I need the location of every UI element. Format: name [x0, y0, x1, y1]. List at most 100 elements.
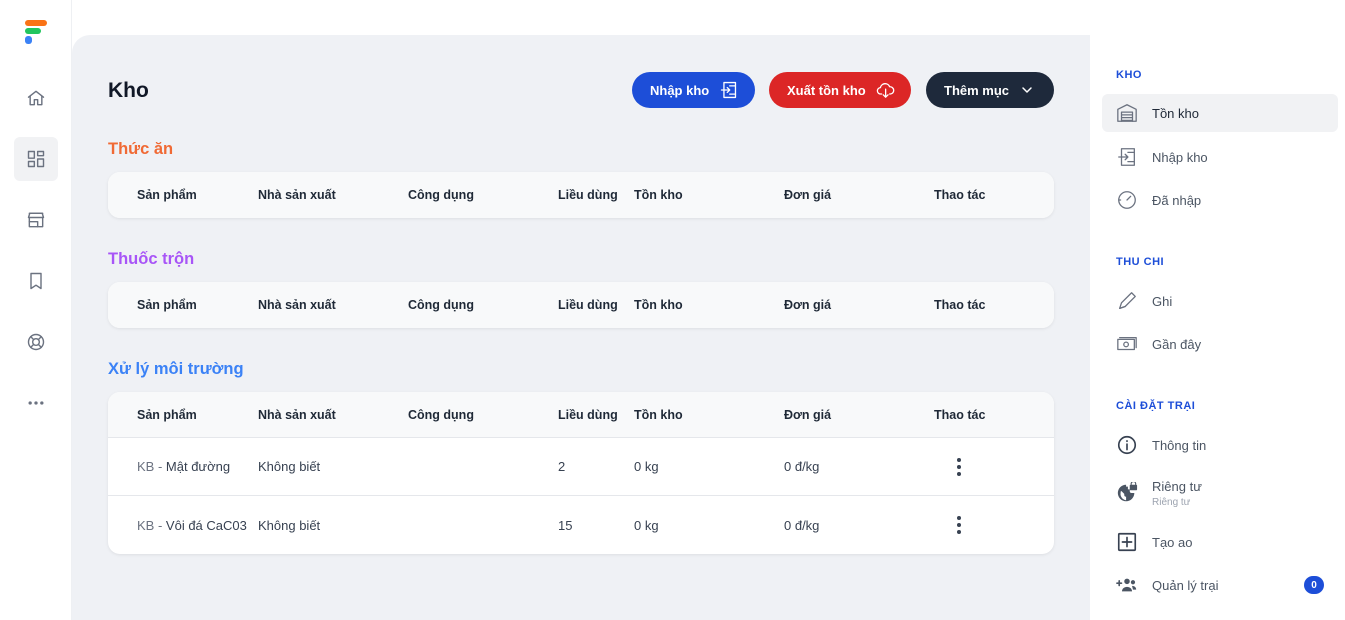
manufacturer-cell: Không biết [258, 459, 321, 474]
store-icon [27, 212, 45, 228]
actions-cell [934, 457, 1054, 477]
pencil-icon [1119, 292, 1136, 309]
table-header: Sản phẩm Nhà sản xuất Công dụng Liều dùn… [108, 282, 1054, 328]
manufacturer-cell: Không biết [258, 517, 321, 533]
product-prefix: KB - [137, 459, 163, 474]
col-manufacturer: Nhà sản xuất [258, 188, 336, 202]
app-logo[interactable] [25, 20, 49, 46]
rail-home[interactable] [14, 76, 58, 120]
sidebar-item-record[interactable]: Ghi [1102, 282, 1338, 320]
sidebar-heading-finance: THU CHI [1116, 256, 1165, 268]
sidebar-item-label: Ghi [1152, 293, 1173, 309]
col-product: Sản phẩm [137, 407, 197, 422]
info-icon [1117, 435, 1137, 455]
col-price: Đơn giá [784, 188, 832, 202]
globe-lock-icon [1117, 482, 1138, 502]
add-item-dropdown[interactable]: Thêm mục [926, 72, 1054, 108]
more-vertical-icon[interactable] [949, 457, 969, 477]
col-actions: Thao tác [934, 188, 986, 202]
right-sidebar: KHO Tồn kho Nhập kho Đã nhập THU CHI Ghi… [1090, 35, 1345, 620]
product-cell: KB - Vôi đá CaC03 [108, 518, 258, 533]
sidebar-item-stock[interactable]: Tồn kho [1102, 94, 1338, 132]
rail-dashboard[interactable] [14, 137, 58, 181]
sidebar-item-import[interactable]: Nhập kho [1102, 138, 1338, 176]
import-button-label: Nhập kho [650, 82, 710, 98]
sidebar-item-label: Gần đây [1152, 336, 1202, 352]
col-actions: Thao tác [934, 298, 986, 312]
import-icon [721, 81, 737, 99]
notification-badge: 0 [1304, 576, 1324, 594]
export-button-label: Xuất tồn kho [787, 82, 866, 98]
sidebar-item-label: Quản lý trại [1152, 577, 1219, 593]
more-vertical-icon[interactable] [949, 515, 969, 535]
sidebar-item-privacy[interactable]: Riêng tư Riêng tư [1102, 471, 1338, 515]
sidebar-item-label: Nhập kho [1152, 149, 1208, 165]
add-item-label: Thêm mục [944, 82, 1010, 98]
table-environment: Sản phẩm Nhà sản xuất Công dụng Liều dùn… [108, 392, 1054, 554]
sidebar-item-label: Thông tin [1152, 437, 1207, 453]
actions-cell [934, 515, 1054, 535]
export-stock-button[interactable]: Xuất tồn kho [769, 72, 911, 108]
chevron-down-icon [1022, 87, 1032, 93]
sidebar-heading-warehouse: KHO [1116, 69, 1142, 81]
col-usage: Công dụng [408, 298, 474, 312]
col-dosage: Liều dùng [558, 407, 618, 422]
col-stock: Tồn kho [634, 407, 683, 422]
bookmark-icon [30, 272, 42, 290]
import-icon [1118, 148, 1135, 166]
section-title-environment: Xử lý môi trường [108, 360, 244, 378]
product-name: Mật đường [165, 459, 231, 474]
table-feed: Sản phẩm Nhà sản xuất Công dụng Liều dùn… [108, 172, 1054, 218]
col-manufacturer: Nhà sản xuất [258, 407, 336, 422]
main-panel: Kho Nhập kho Xuất tồn kho Thêm mục Thức … [72, 35, 1090, 620]
col-actions: Thao tác [934, 407, 986, 422]
stock-cell: 0 kg [634, 517, 659, 533]
col-product: Sản phẩm [137, 188, 197, 202]
dosage-cell: 15 [558, 517, 573, 533]
col-usage: Công dụng [408, 407, 474, 422]
sidebar-item-create-pond[interactable]: Tạo ao [1102, 523, 1338, 561]
sidebar-item-label: Tồn kho [1152, 105, 1199, 121]
col-dosage: Liều dùng [558, 188, 618, 202]
sidebar-item-recent[interactable]: Gần đây [1102, 325, 1338, 363]
warehouse-icon [1117, 104, 1137, 122]
col-dosage: Liều dùng [558, 298, 618, 312]
col-manufacturer: Nhà sản xuất [258, 298, 336, 312]
page-title: Kho [108, 79, 149, 102]
col-usage: Công dụng [408, 188, 474, 202]
product-prefix: KB - [137, 517, 163, 533]
table-header: Sản phẩm Nhà sản xuất Công dụng Liều dùn… [108, 392, 1054, 438]
price-cell: 0 đ/kg [784, 459, 820, 474]
sidebar-item-farm-management[interactable]: Quản lý trại 0 [1102, 566, 1338, 604]
sidebar-item-label: Riêng tư [1152, 478, 1202, 494]
cloud-download-icon [876, 83, 895, 98]
left-rail [0, 0, 72, 620]
group-add-icon [1116, 578, 1137, 592]
rail-support[interactable] [14, 320, 58, 364]
price-cell: 0 đ/kg [784, 517, 820, 533]
sidebar-item-label: Tạo ao [1152, 534, 1193, 550]
lifebuoy-icon [27, 333, 45, 351]
import-button[interactable]: Nhập kho [632, 72, 755, 108]
dashboard-icon [27, 150, 45, 168]
stock-cell: 0 kg [634, 459, 659, 474]
rail-bookmark[interactable] [14, 259, 58, 303]
table-row[interactable]: KB - Vôi đá CaC03 Không biết 15 0 kg 0 đ… [108, 496, 1054, 554]
more-horizontal-icon [28, 401, 44, 405]
sidebar-item-sublabel: Riêng tư [1152, 496, 1191, 508]
sidebar-item-info[interactable]: Thông tin [1102, 426, 1338, 464]
col-price: Đơn giá [784, 407, 832, 422]
col-product: Sản phẩm [137, 298, 197, 312]
col-price: Đơn giá [784, 298, 832, 312]
col-stock: Tồn kho [634, 188, 683, 202]
col-stock: Tồn kho [634, 298, 683, 312]
home-icon [27, 90, 45, 106]
product-name: Vôi đá CaC03 [165, 517, 247, 533]
dosage-cell: 2 [558, 459, 566, 474]
sidebar-item-imported[interactable]: Đã nhập [1102, 181, 1338, 219]
rail-store[interactable] [14, 198, 58, 242]
app: Kho Nhập kho Xuất tồn kho Thêm mục Thức … [0, 0, 1345, 620]
table-row[interactable]: KB - Mật đường Không biết 2 0 kg 0 đ/kg [108, 438, 1054, 496]
rail-more[interactable] [14, 381, 58, 425]
add-box-icon [1117, 532, 1137, 552]
